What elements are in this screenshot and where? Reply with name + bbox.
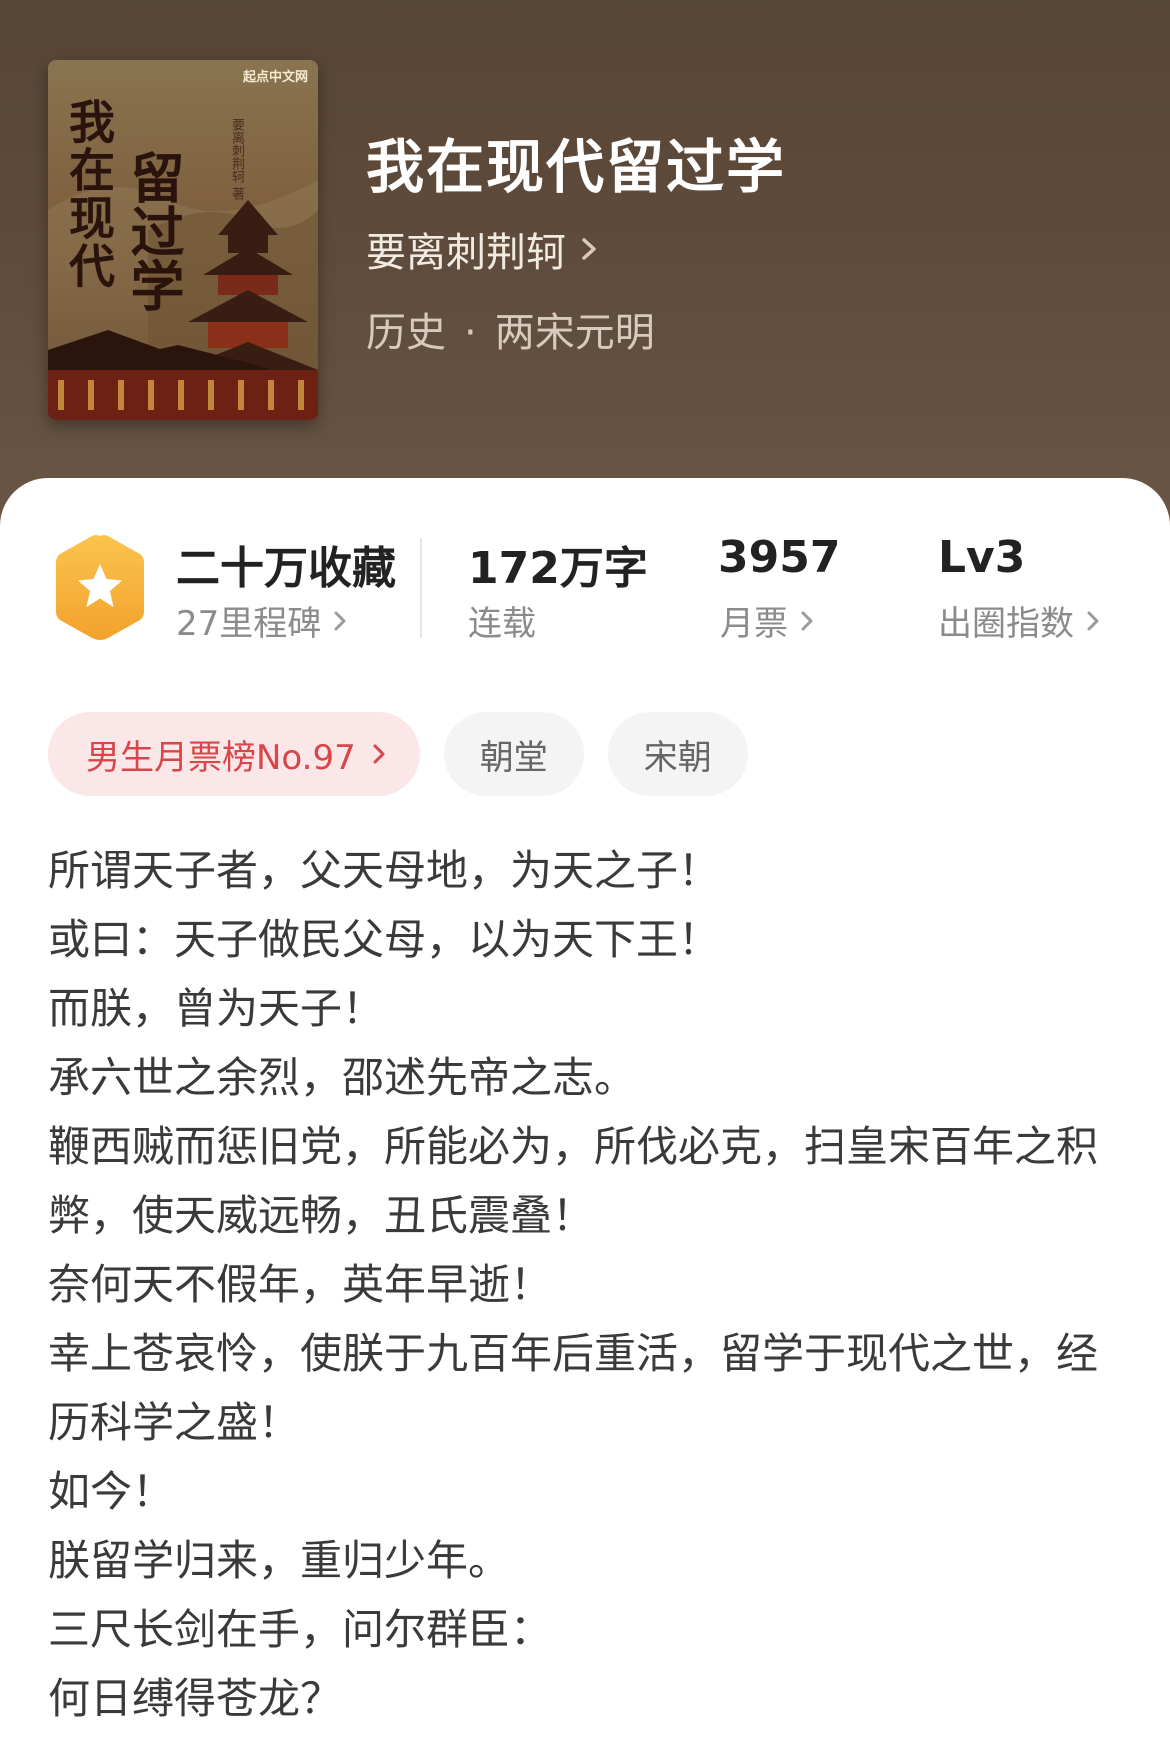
word-count: 172万字 [468, 543, 648, 594]
author-name: 要离刺荆轲 [366, 230, 566, 276]
monthly-vote-label: 月票 [720, 604, 788, 644]
rank-tag[interactable]: 男生月票榜No.97 [48, 712, 420, 796]
chevron-right-icon [1087, 611, 1099, 630]
book-intro: 所谓天子者，父天母地，为天之子！ 或曰：天子做民父母，以为天下王！ 而朕，曾为天… [48, 836, 1128, 1733]
rank-tag-label: 男生月票榜No.97 [86, 737, 356, 778]
genre-separator: · [464, 310, 477, 356]
serial-status-label: 连载 [468, 604, 536, 644]
milestone-label: 27里程碑 [176, 604, 322, 644]
chevron-right-icon [801, 611, 813, 630]
cover-author: 要离刺荆轲 著 [229, 118, 244, 201]
genre-subcategory[interactable]: 两宋元明 [495, 310, 655, 356]
book-title: 我在现代留过学 [366, 133, 787, 201]
book-genre: 历史 · 两宋元明 [366, 300, 655, 358]
tag-chaotang[interactable]: 朝堂 [443, 712, 584, 796]
chevron-right-icon [373, 744, 385, 764]
intro-line: 幸上苍哀怜，使朕于九百年后重活，留学于现代之世，经历科学之盛！ [48, 1329, 1099, 1447]
influence-label: 出圈指数 [938, 604, 1074, 644]
intro-line: 三尺长剑在手，问尔群臣： [48, 1605, 553, 1654]
intro-line: 所谓天子者，父天母地，为天之子！ [48, 846, 721, 895]
serial-status: 连载 [468, 596, 536, 645]
tag-songchao[interactable]: 宋朝 [607, 712, 748, 796]
monthly-vote-link[interactable]: 月票 [720, 596, 818, 645]
intro-line: 或曰：天子做民父母，以为天下王！ [48, 915, 721, 964]
collection-count: 二十万收藏 [176, 543, 396, 594]
book-cover[interactable]: 起点中文网 我在现代 留过学 要离刺荆轲 著 [48, 60, 318, 420]
intro-line: 而朕，曾为天子！ [48, 984, 385, 1033]
author-link[interactable]: 要离刺荆轲 [366, 220, 602, 278]
chevron-right-icon [334, 611, 346, 630]
monthly-vote-count: 3957 [718, 532, 841, 583]
cover-publisher-logo: 起点中文网 [242, 70, 308, 85]
tag-row: 男生月票榜No.97 朝堂 宋朝 [48, 712, 748, 796]
intro-line: 何日缚得苍龙？ [48, 1674, 343, 1723]
cover-title-line-a: 我在现代 [62, 98, 116, 290]
intro-line: 鞭西贼而惩旧党，所能必为，所伐必克，扫皇宋百年之积弊，使天威远畅，丑氏震叠！ [48, 1122, 1099, 1240]
tag-label: 朝堂 [479, 737, 548, 778]
cover-title-line-b: 留过学 [121, 150, 185, 312]
chevron-right-icon [582, 238, 596, 260]
stats-divider [420, 538, 422, 638]
book-header: 起点中文网 我在现代 留过学 要离刺荆轲 著 我在现代留过学 要离刺荆轲 历史 ·… [0, 0, 1170, 560]
milestone-link[interactable]: 27里程碑 [176, 596, 351, 645]
book-info-card: 二十万收藏 27里程碑 172万字 连载 3957 月票 Lv3 出圈指数 男生… [0, 478, 1170, 1758]
tag-label: 宋朝 [643, 737, 712, 778]
stats-row: 二十万收藏 27里程碑 172万字 连载 3957 月票 Lv3 出圈指数 [0, 532, 1170, 645]
intro-line: 朕留学归来，重归少年。 [48, 1536, 511, 1585]
genre-category[interactable]: 历史 [366, 310, 446, 356]
intro-line: 承六世之余烈，邵述先帝之志。 [48, 1053, 637, 1102]
intro-line: 如今！ [48, 1467, 175, 1516]
star-hexagon-icon[interactable] [52, 532, 148, 642]
intro-line: 奈何天不假年，英年早逝！ [48, 1260, 553, 1309]
book-detail-page: 起点中文网 我在现代 留过学 要离刺荆轲 著 我在现代留过学 要离刺荆轲 历史 ·… [0, 0, 1170, 1758]
influence-link[interactable]: 出圈指数 [938, 596, 1104, 645]
influence-level: Lv3 [938, 532, 1026, 583]
